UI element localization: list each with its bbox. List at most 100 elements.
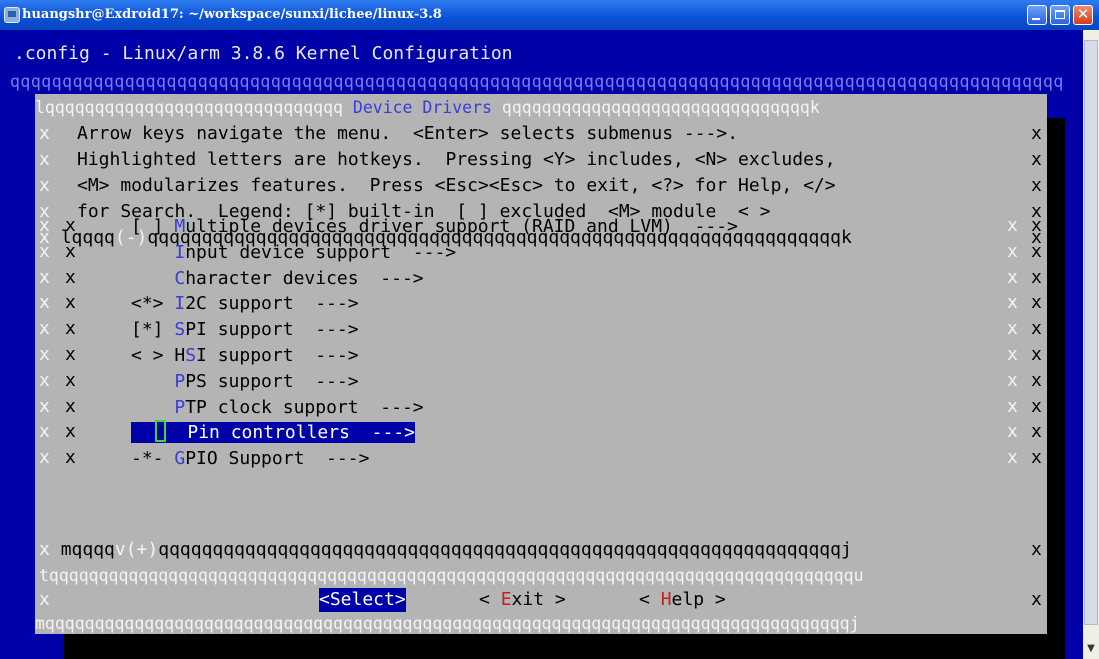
menu-item-label: haracter devices --->	[185, 268, 424, 289]
border-x: x	[39, 318, 50, 339]
menu-item-label: Pin controllers --->	[187, 422, 415, 443]
minimize-button[interactable]	[1027, 5, 1047, 25]
inner-border-x: x	[65, 421, 76, 442]
dialog-title: Device Drivers	[352, 98, 492, 117]
menu-item-prefix	[131, 268, 174, 289]
menu-item[interactable]: < > HSI support --->	[131, 343, 359, 368]
exit-button[interactable]: < Exit >	[479, 588, 566, 612]
border-x: x	[1031, 539, 1042, 560]
menu-item-prefix	[131, 371, 174, 392]
inner-border-x: x	[1007, 396, 1018, 417]
menu-item-prefix: <*>	[131, 293, 175, 314]
inner-border-x: x	[65, 241, 76, 262]
inner-border-x: x	[1007, 318, 1018, 339]
menu-item-hotkey: S	[174, 319, 186, 340]
terminal-area[interactable]: .config - Linux/arm 3.8.6 Kernel Configu…	[0, 30, 1083, 659]
device-drivers-dialog: lqqqqqqqqqqqqqqqqqqqqqqqqqqqqqq Device D…	[35, 94, 1047, 634]
window-title-bar[interactable]: huangshr@Exdroid17: ~/workspace/sunxi/li…	[0, 0, 1099, 30]
inner-border-x: x	[65, 215, 76, 236]
dialog-shadow-bottom	[64, 634, 1065, 659]
terminal-scrollbar[interactable]: ▼	[1083, 30, 1099, 659]
inner-border-x: x	[65, 396, 76, 417]
scroll-down-arrow-icon[interactable]: ▼	[1083, 643, 1099, 659]
dialog-top-border: lqqqqqqqqqqqqqqqqqqqqqqqqqqqqqq Device D…	[35, 98, 820, 117]
button-separator: tqqqqqqqqqqqqqqqqqqqqqqqqqqqqqqqqqqqqqqq…	[39, 566, 864, 585]
inner-box-bottom: x mqqqqv(+)qqqqqqqqqqqqqqqqqqqqqqqqqqqqq…	[39, 539, 852, 560]
menu-item[interactable]: <*> I2C support --->	[131, 291, 359, 316]
menu-item-prefix	[131, 397, 174, 418]
inner-border-x: x	[1007, 344, 1018, 365]
menu-item[interactable]: [*] SPI support --->	[131, 317, 359, 342]
help-line-2: Highlighted letters are hotkeys. Pressin…	[77, 149, 836, 170]
border-x: x	[1031, 318, 1042, 339]
border-x: x	[39, 123, 50, 144]
inner-border-x: x	[65, 370, 76, 391]
menu-item-prefix: -*-	[131, 448, 175, 469]
menu-item-label: 2C support --->	[185, 293, 359, 314]
border-x: x	[1031, 215, 1042, 236]
border-x: x	[39, 241, 50, 262]
menu-item[interactable]: Input device support --->	[131, 240, 456, 265]
border-x: x	[39, 292, 50, 313]
border-x: x	[1031, 421, 1042, 442]
border-x: x	[39, 175, 50, 196]
putty-app-icon[interactable]	[4, 7, 20, 23]
border-x: x	[39, 589, 50, 610]
border-x: x	[39, 370, 50, 391]
border-x: x	[39, 215, 50, 236]
border-x: x	[1031, 267, 1042, 288]
menu-item-label: PS support --->	[185, 371, 359, 392]
border-x: x	[39, 344, 50, 365]
maximize-icon	[1055, 10, 1065, 19]
border-x: x	[39, 447, 50, 468]
border-x: x	[1031, 123, 1042, 144]
border-x: x	[1031, 175, 1042, 196]
menu-item-label: I support --->	[196, 345, 359, 366]
border-x: x	[39, 396, 50, 417]
menu-item-hotkey: P	[174, 371, 186, 392]
border-x: x	[1031, 292, 1042, 313]
config-title: .config - Linux/arm 3.8.6 Kernel Configu…	[14, 43, 513, 64]
border-x: x	[1031, 396, 1042, 417]
border-x: x	[39, 149, 50, 170]
help-line-1: Arrow keys navigate the menu. <Enter> se…	[77, 123, 739, 144]
help-button[interactable]: < Help >	[639, 588, 726, 612]
menu-item-label: nput device support --->	[185, 242, 457, 263]
scroll-down-marker: v(+)	[114, 539, 159, 560]
inner-border-x: x	[65, 344, 76, 365]
select-button[interactable]: <Select>	[319, 588, 406, 612]
menu-item-prefix: < > H	[131, 345, 186, 366]
border-x: x	[1031, 344, 1042, 365]
border-x: x	[39, 267, 50, 288]
scrollbar-thumb[interactable]	[1084, 40, 1098, 625]
close-button[interactable]: ✕	[1073, 5, 1093, 25]
menu-item-hotkey: P	[174, 397, 186, 418]
menu-item-hotkey: S	[185, 345, 197, 366]
menu-item-hotkey: I	[174, 242, 186, 263]
menu-item-prefix	[131, 242, 174, 263]
inner-border-x: x	[65, 447, 76, 468]
inner-border-x: x	[1007, 421, 1018, 442]
menu-item[interactable]: [ ] Multiple devices driver support (RAI…	[131, 214, 738, 239]
menu-item-hotkey: I	[174, 293, 186, 314]
menu-item-prefix: [ ]	[131, 216, 175, 237]
border-x: x	[1031, 149, 1042, 170]
menu-item[interactable]: PTP clock support --->	[131, 395, 423, 420]
minimize-icon	[1032, 18, 1040, 20]
selected-item-highlight: Pin controllers --->	[131, 420, 415, 443]
menu-item[interactable]: Pin controllers --->	[131, 420, 415, 445]
close-icon: ✕	[1076, 5, 1090, 23]
menu-item-prefix: [*]	[131, 319, 175, 340]
maximize-button[interactable]	[1050, 5, 1070, 25]
inner-border-x: x	[1007, 370, 1018, 391]
menu-item[interactable]: Character devices --->	[131, 266, 424, 291]
border-x: x	[1031, 589, 1042, 610]
dialog-bottom-border: mqqqqqqqqqqqqqqqqqqqqqqqqqqqqqqqqqqqqqqq…	[35, 614, 860, 633]
menu-item[interactable]: PPS support --->	[131, 369, 359, 394]
border-x: x	[1031, 447, 1042, 468]
menu-item-hotkey: C	[174, 268, 186, 289]
border-x: x	[1031, 241, 1042, 262]
menu-item-label: PIO Support --->	[185, 448, 370, 469]
menu-item[interactable]: -*- GPIO Support --->	[131, 446, 369, 471]
inner-border-x: x	[1007, 241, 1018, 262]
